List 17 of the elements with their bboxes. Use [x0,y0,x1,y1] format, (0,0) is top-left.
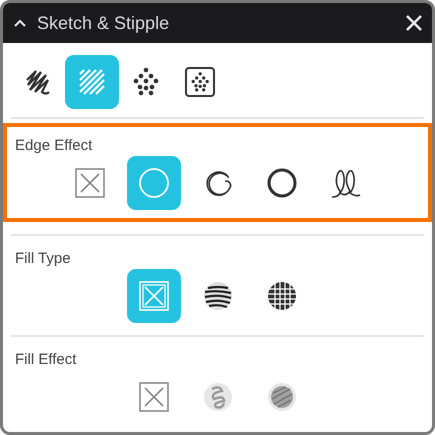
shaded-circle-icon [266,381,298,413]
grid-circle-icon [266,280,298,312]
window-title: Sketch & Stipple [37,12,170,34]
cross-box-icon [138,280,170,312]
circle-icon [138,167,170,199]
scribble-circle-icon [202,381,234,413]
close-icon[interactable] [404,13,424,33]
ring-icon [266,167,298,199]
section-label: Edge Effect [15,137,94,154]
section-label: Fill Type [15,250,72,267]
section-label: Fill Effect [15,351,78,368]
dotted-square-icon [184,66,216,98]
hatched-circle-icon [202,280,234,312]
loop-icon [330,167,362,199]
cross-box-icon [138,381,170,413]
collapse-icon[interactable] [13,18,27,28]
cross-box-icon [74,167,106,199]
